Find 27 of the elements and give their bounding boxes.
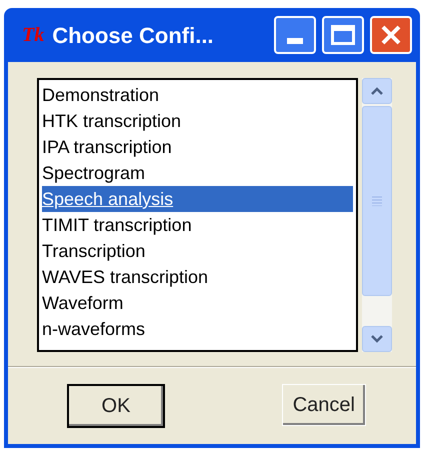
- list-item[interactable]: IPA transcription: [42, 134, 353, 160]
- dialog-button[interactable]: Cancel: [282, 384, 366, 426]
- scroll-up-button[interactable]: [362, 78, 392, 104]
- list-item[interactable]: TIMIT transcription: [42, 212, 353, 238]
- up-caret-icon: [371, 87, 383, 95]
- list-item[interactable]: Speech analysis: [42, 186, 353, 212]
- list-item[interactable]: WAVES transcription: [42, 264, 353, 290]
- app-logo: Tk: [22, 23, 44, 48]
- list-item[interactable]: Waveform: [42, 290, 353, 316]
- list-item[interactable]: n-waveforms: [42, 316, 353, 342]
- close-button[interactable]: [370, 16, 412, 54]
- down-caret-icon: [371, 335, 383, 343]
- maximize-icon: [331, 25, 355, 45]
- grip-icon: [372, 196, 382, 206]
- minimize-icon: [287, 38, 303, 44]
- list-item[interactable]: Spectrogram: [42, 160, 353, 186]
- window-title: Choose Confi...: [52, 22, 215, 50]
- list-item[interactable]: Transcription: [42, 238, 353, 264]
- list-item[interactable]: Demonstration: [42, 82, 353, 108]
- dialog-button[interactable]: OK: [67, 384, 165, 428]
- minimize-button[interactable]: [274, 16, 316, 54]
- list-item[interactable]: HTK transcription: [42, 108, 353, 134]
- scroll-thumb[interactable]: [362, 106, 392, 296]
- scrollbar[interactable]: [362, 78, 392, 352]
- maximize-button[interactable]: [322, 16, 364, 54]
- close-icon: [380, 24, 402, 46]
- scroll-down-button[interactable]: [362, 326, 392, 352]
